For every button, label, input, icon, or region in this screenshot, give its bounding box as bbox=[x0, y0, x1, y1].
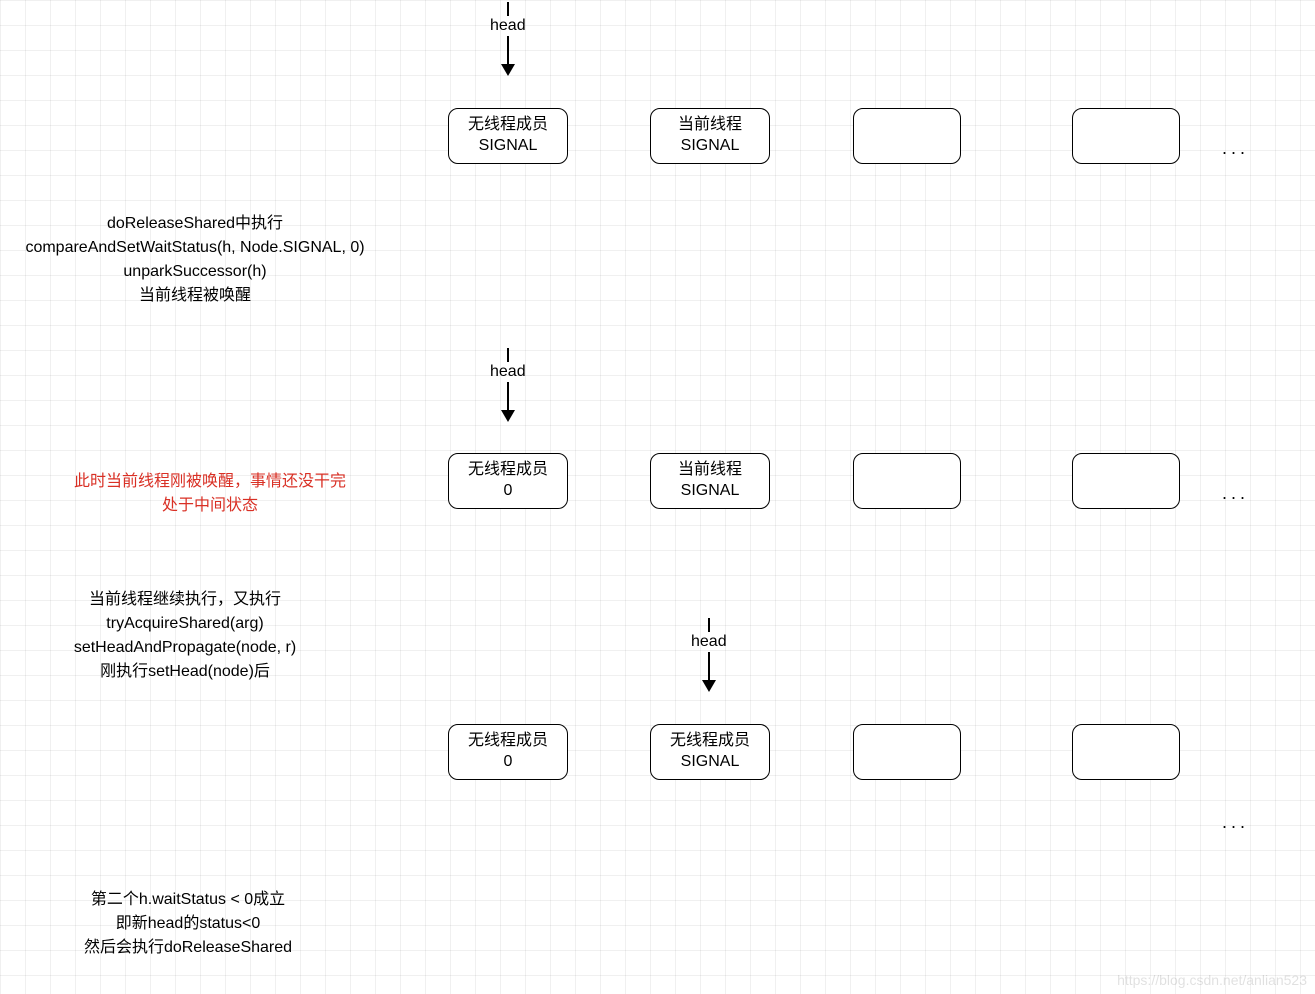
text-line: 然后会执行doReleaseShared bbox=[84, 936, 292, 960]
ellipsis-icon: ... bbox=[1222, 138, 1249, 159]
queue-node: 无线程成员 SIGNAL bbox=[448, 108, 568, 164]
arrow-stem bbox=[507, 2, 509, 16]
watermark: https://blog.csdn.net/anlian523 bbox=[1117, 972, 1307, 988]
node-line1: 当前线程 bbox=[678, 115, 742, 136]
arrow-label: head bbox=[691, 633, 727, 651]
arrow-label: head bbox=[490, 363, 526, 381]
node-line2: 0 bbox=[504, 752, 513, 773]
node-line1: 无线程成员 bbox=[468, 115, 548, 136]
node-line2: SIGNAL bbox=[681, 481, 740, 502]
node-line1: 无线程成员 bbox=[670, 731, 750, 752]
queue-node-empty bbox=[853, 453, 961, 509]
queue-node-empty bbox=[1072, 108, 1180, 164]
arrow-stem bbox=[507, 36, 509, 66]
node-line1: 无线程成员 bbox=[468, 460, 548, 481]
queue-node: 无线程成员 SIGNAL bbox=[650, 724, 770, 780]
queue-node: 当前线程 SIGNAL bbox=[650, 453, 770, 509]
queue-node-empty bbox=[853, 724, 961, 780]
arrow-label: head bbox=[490, 17, 526, 35]
queue-node: 当前线程 SIGNAL bbox=[650, 108, 770, 164]
text-line: tryAcquireShared(arg) bbox=[74, 612, 296, 636]
head-arrow-row3: head bbox=[691, 618, 727, 692]
step-description-highlight: 此时当前线程刚被唤醒，事情还没干完 处于中间状态 bbox=[74, 470, 346, 518]
arrow-stem bbox=[507, 382, 509, 412]
node-line1: 当前线程 bbox=[678, 460, 742, 481]
queue-node: 无线程成员 0 bbox=[448, 724, 568, 780]
node-line1: 无线程成员 bbox=[468, 731, 548, 752]
queue-node-empty bbox=[853, 108, 961, 164]
text-line: 第二个h.waitStatus < 0成立 bbox=[84, 888, 292, 912]
text-line: setHeadAndPropagate(node, r) bbox=[74, 636, 296, 660]
queue-node-empty bbox=[1072, 453, 1180, 509]
text-line: 此时当前线程刚被唤醒，事情还没干完 bbox=[74, 470, 346, 494]
text-line: 当前线程继续执行，又执行 bbox=[74, 588, 296, 612]
text-line: doReleaseShared中执行 bbox=[25, 212, 364, 236]
node-line2: 0 bbox=[504, 481, 513, 502]
text-line: unparkSuccessor(h) bbox=[25, 260, 364, 284]
step-description: 第二个h.waitStatus < 0成立 即新head的status<0 然后… bbox=[84, 888, 292, 960]
ellipsis-icon: ... bbox=[1222, 812, 1249, 833]
arrow-stem bbox=[507, 348, 509, 362]
diagram-canvas: head 无线程成员 SIGNAL 当前线程 SIGNAL ... doRele… bbox=[0, 0, 1315, 994]
node-line2: SIGNAL bbox=[681, 752, 740, 773]
step-description: 当前线程继续执行，又执行 tryAcquireShared(arg) setHe… bbox=[74, 588, 296, 684]
text-line: 当前线程被唤醒 bbox=[25, 284, 364, 308]
step-description: doReleaseShared中执行 compareAndSetWaitStat… bbox=[25, 212, 364, 308]
arrow-stem bbox=[708, 652, 710, 682]
node-line2: SIGNAL bbox=[479, 136, 538, 157]
node-line2: SIGNAL bbox=[681, 136, 740, 157]
head-arrow-row1: head bbox=[490, 2, 526, 76]
text-line: 即新head的status<0 bbox=[84, 912, 292, 936]
head-arrow-row2: head bbox=[490, 348, 526, 422]
text-line: compareAndSetWaitStatus(h, Node.SIGNAL, … bbox=[25, 236, 364, 260]
text-line: 刚执行setHead(node)后 bbox=[74, 660, 296, 684]
ellipsis-icon: ... bbox=[1222, 483, 1249, 504]
queue-node-empty bbox=[1072, 724, 1180, 780]
queue-node: 无线程成员 0 bbox=[448, 453, 568, 509]
text-line: 处于中间状态 bbox=[74, 494, 346, 518]
arrow-stem bbox=[708, 618, 710, 632]
